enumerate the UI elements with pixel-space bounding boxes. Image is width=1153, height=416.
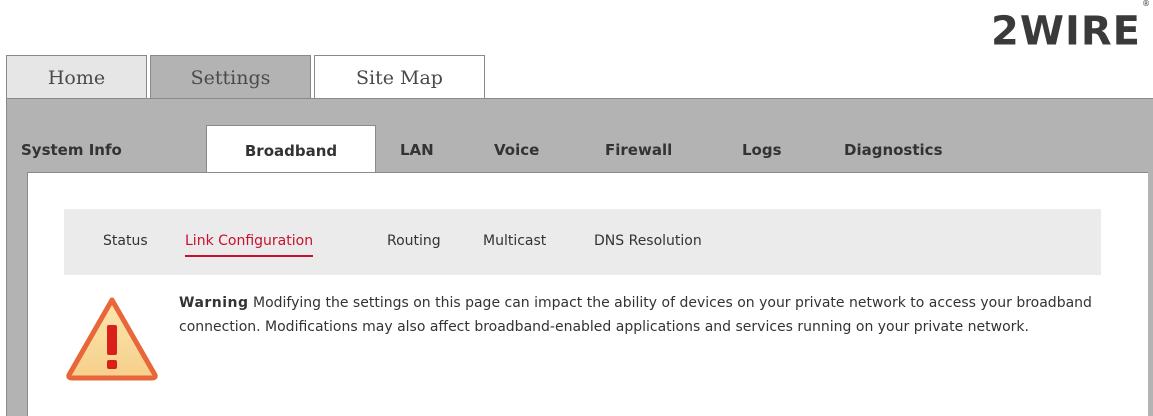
- tab-home[interactable]: Home: [6, 55, 147, 99]
- nav-multicast[interactable]: Multicast: [483, 233, 546, 249]
- nav-dns-resolution[interactable]: DNS Resolution: [594, 233, 702, 249]
- warning-icon: [66, 297, 158, 381]
- section-nav: Status Link Configuration Routing Multic…: [64, 209, 1101, 275]
- nav-status[interactable]: Status: [103, 233, 148, 249]
- sub-tab-lan[interactable]: LAN: [400, 125, 434, 173]
- page: 2WIRE® Home Settings Site Map System Inf…: [0, 0, 1153, 416]
- top-tab-bar: Home Settings Site Map: [0, 55, 1153, 99]
- warning-body: Modifying the settings on this page can …: [179, 295, 1092, 335]
- brand-logo: 2WIRE®: [991, 0, 1151, 55]
- sub-tab-logs[interactable]: Logs: [742, 125, 782, 173]
- tab-settings[interactable]: Settings: [150, 55, 311, 99]
- sub-tab-bar: System Info Broadband LAN Voice Firewall…: [7, 125, 1153, 175]
- tab-site-map[interactable]: Site Map: [314, 55, 485, 99]
- nav-routing[interactable]: Routing: [387, 233, 441, 249]
- warning-heading: Warning: [179, 295, 249, 311]
- sub-tab-firewall[interactable]: Firewall: [605, 125, 672, 173]
- sub-tab-diagnostics[interactable]: Diagnostics: [844, 125, 943, 173]
- sub-tab-voice[interactable]: Voice: [494, 125, 539, 173]
- nav-link-configuration[interactable]: Link Configuration: [185, 233, 314, 257]
- warning-message: Warning Modifying the settings on this p…: [179, 291, 1109, 339]
- sub-tab-broadband[interactable]: Broadband: [206, 125, 376, 175]
- sub-tab-system-info[interactable]: System Info: [21, 125, 122, 173]
